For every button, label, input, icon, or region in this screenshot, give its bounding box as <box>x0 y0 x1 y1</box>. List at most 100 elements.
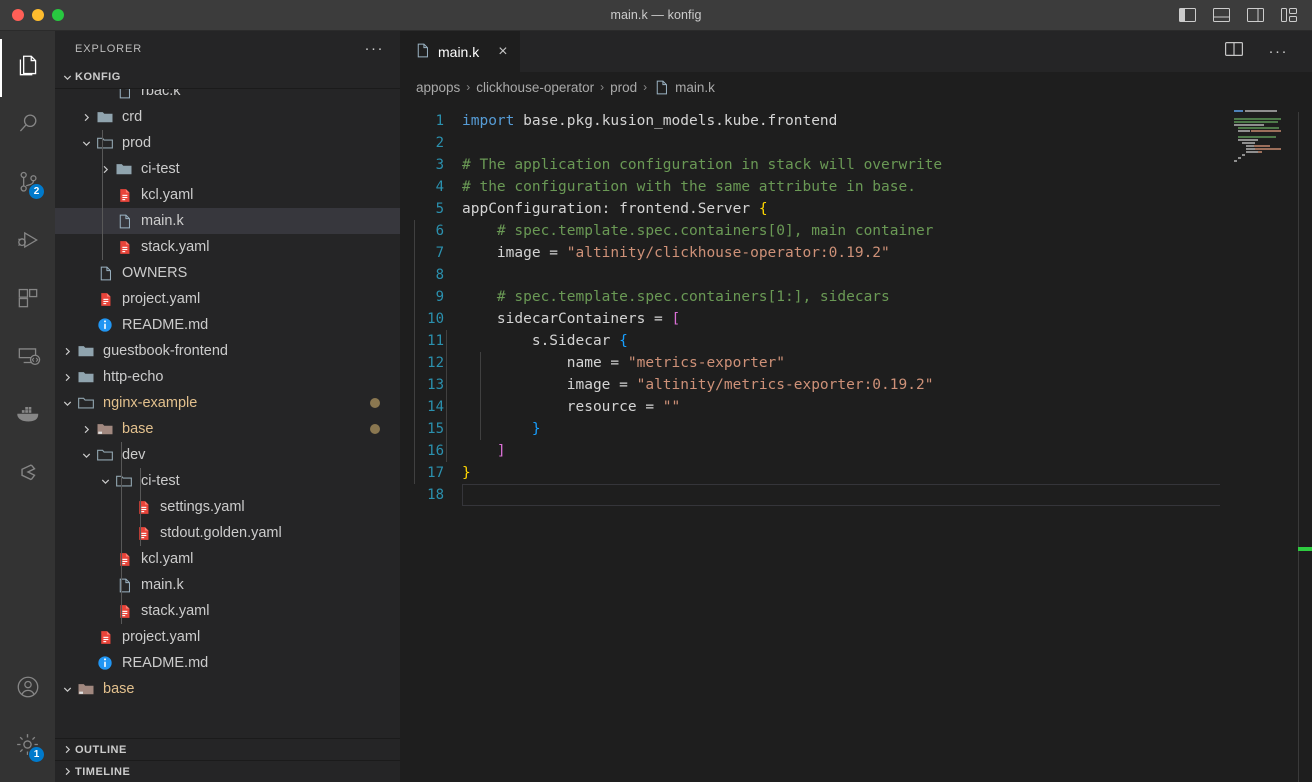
tree-item-stack-yaml[interactable]: stack.yaml <box>55 598 400 624</box>
tree-item-project-yaml[interactable]: project.yaml <box>55 624 400 650</box>
code-line[interactable]: image = "altinity/clickhouse-operator:0.… <box>458 242 1312 264</box>
chevron-right-icon[interactable] <box>78 421 94 437</box>
code-line[interactable]: ] <box>458 440 1312 462</box>
tree-item-ci-test[interactable]: ci-test <box>55 156 400 182</box>
activity-item-extensions[interactable] <box>0 271 55 329</box>
tree-item-stdout-golden-yaml[interactable]: stdout.golden.yaml <box>55 520 400 546</box>
tree-item-kcl-yaml[interactable]: kcl.yaml <box>55 182 400 208</box>
tree-item-dev[interactable]: dev <box>55 442 400 468</box>
tree-item-main-k[interactable]: main.k <box>55 572 400 598</box>
close-tab-icon[interactable]: × <box>498 44 507 60</box>
chevron-down-icon[interactable] <box>59 395 75 411</box>
tree-item-main-k[interactable]: main.k <box>55 208 400 234</box>
tree-item-label: main.k <box>135 213 184 229</box>
code-line[interactable]: appConfiguration: frontend.Server { <box>458 198 1312 220</box>
tree-item-crd[interactable]: crd <box>55 104 400 130</box>
tree-item-readme-md[interactable]: README.md <box>55 650 400 676</box>
tree-item-project-yaml[interactable]: project.yaml <box>55 286 400 312</box>
tree-item-label: settings.yaml <box>154 499 245 515</box>
chevron-down-icon[interactable] <box>97 473 113 489</box>
activity-item-docker[interactable] <box>0 387 55 445</box>
activity-item-manage-settings[interactable]: 1 <box>0 718 55 776</box>
tree-item-settings-yaml[interactable]: settings.yaml <box>55 494 400 520</box>
tree-item-rbac-k[interactable]: rbac.k <box>55 88 400 104</box>
kcl-file-icon <box>414 42 431 62</box>
workbench-body: 2 <box>0 31 1312 782</box>
tree-item-stack-yaml[interactable]: stack.yaml <box>55 234 400 260</box>
tree-item-nginx-example[interactable]: nginx-example <box>55 390 400 416</box>
code-line[interactable]: } <box>458 418 1312 440</box>
code-token-brace-y: { <box>759 201 768 217</box>
code-line[interactable]: # spec.template.spec.containers[0], main… <box>458 220 1312 242</box>
window-title: main.k — konfig <box>0 8 1312 22</box>
code-line[interactable] <box>458 132 1312 154</box>
code-line[interactable] <box>458 264 1312 286</box>
code-line[interactable]: resource = "" <box>458 396 1312 418</box>
code-line[interactable] <box>458 484 1312 506</box>
chevron-right-icon[interactable] <box>78 109 94 125</box>
code-line[interactable]: image = "altinity/metrics-exporter:0.19.… <box>458 374 1312 396</box>
tab-main-k[interactable]: main.k × <box>400 31 521 72</box>
toggle-secondary-sidebar-icon[interactable] <box>1247 8 1264 22</box>
explorer-more-actions-icon[interactable]: ··· <box>357 41 393 56</box>
tree-item-http-echo[interactable]: http-echo <box>55 364 400 390</box>
tree-item-base[interactable]: base <box>55 416 400 442</box>
activity-item-source-control[interactable]: 2 <box>0 155 55 213</box>
chevron-down-icon[interactable] <box>59 681 75 697</box>
customize-layout-icon[interactable] <box>1281 8 1298 22</box>
minimize-window-button[interactable] <box>32 9 44 21</box>
toggle-primary-sidebar-icon[interactable] <box>1179 8 1196 22</box>
overview-ruler[interactable] <box>1298 102 1312 782</box>
twisty-spacer <box>78 265 94 281</box>
tree-item-owners[interactable]: OWNERS <box>55 260 400 286</box>
activity-item-explorer[interactable] <box>0 39 55 97</box>
code-editor[interactable]: 123456789101112131415161718 import base.… <box>400 102 1312 782</box>
tree-item-prod[interactable]: prod <box>55 130 400 156</box>
code-line[interactable]: s.Sidecar { <box>458 330 1312 352</box>
breadcrumb-item-appops[interactable]: appops <box>416 80 460 95</box>
activity-item-run-and-debug[interactable] <box>0 213 55 271</box>
activity-item-search[interactable] <box>0 97 55 155</box>
sidebar-header: EXPLORER ··· <box>55 31 400 66</box>
timeline-section-header[interactable]: TIMELINE <box>55 760 400 782</box>
breadcrumb-item-clickhouse-operator[interactable]: clickhouse-operator <box>476 80 594 95</box>
minimap[interactable] <box>1220 102 1298 782</box>
code-line[interactable]: # the configuration with the same attrib… <box>458 176 1312 198</box>
activity-item-accounts[interactable] <box>0 660 55 718</box>
split-editor-icon[interactable] <box>1225 41 1243 62</box>
outline-section-header[interactable]: OUTLINE <box>55 738 400 760</box>
chevron-down-icon[interactable] <box>78 447 94 463</box>
code-line[interactable]: sidecarContainers = [ <box>458 308 1312 330</box>
chevron-down-icon[interactable] <box>78 135 94 151</box>
chevron-right-icon[interactable] <box>59 369 75 385</box>
folder-open-icon <box>113 472 135 490</box>
code-line[interactable]: } <box>458 462 1312 484</box>
code-line[interactable]: # spec.template.spec.containers[1:], sid… <box>458 286 1312 308</box>
file-tree[interactable]: rbac.kcrdprodci-testkcl.yamlmain.kstack.… <box>55 88 400 738</box>
activity-item-kusion[interactable] <box>0 445 55 503</box>
chevron-right-icon[interactable] <box>97 161 113 177</box>
workspace-section-header[interactable]: KONFIG <box>55 66 400 88</box>
more-editor-actions-icon[interactable]: ··· <box>1261 44 1297 59</box>
editor-scrollbar[interactable] <box>1298 112 1312 782</box>
line-number: 16 <box>400 440 458 462</box>
breadcrumb-item-main-k[interactable]: main.k <box>653 79 715 96</box>
code-content[interactable]: import base.pkg.kusion_models.kube.front… <box>458 102 1312 782</box>
breadcrumb-item-prod[interactable]: prod <box>610 80 637 95</box>
code-line[interactable]: name = "metrics-exporter" <box>458 352 1312 374</box>
tree-item-ci-test[interactable]: ci-test <box>55 468 400 494</box>
line-number: 17 <box>400 462 458 484</box>
toggle-panel-icon[interactable] <box>1213 8 1230 22</box>
tree-item-readme-md[interactable]: README.md <box>55 312 400 338</box>
tree-item-kcl-yaml[interactable]: kcl.yaml <box>55 546 400 572</box>
code-line[interactable]: # The application configuration in stack… <box>458 154 1312 176</box>
zoom-window-button[interactable] <box>52 9 64 21</box>
tree-item-base[interactable]: base <box>55 676 400 702</box>
tree-item-guestbook-frontend[interactable]: guestbook-frontend <box>55 338 400 364</box>
chevron-right-icon[interactable] <box>59 343 75 359</box>
code-token-id <box>462 421 532 437</box>
tree-item-label: project.yaml <box>116 629 200 645</box>
close-window-button[interactable] <box>12 9 24 21</box>
code-line[interactable]: import base.pkg.kusion_models.kube.front… <box>458 110 1312 132</box>
activity-item-remote-explorer[interactable] <box>0 329 55 387</box>
